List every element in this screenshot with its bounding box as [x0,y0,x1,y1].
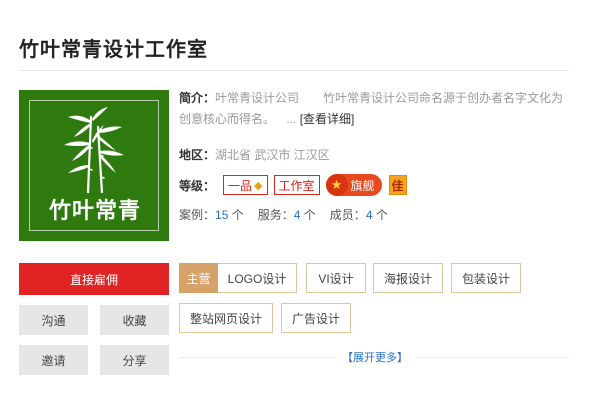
bamboo-icon [64,107,124,193]
service-tag-vi[interactable]: VI设计 [306,263,366,293]
intro-ellipsis: ... [286,112,297,126]
members-unit: 个 [375,208,388,222]
service-tag-packaging[interactable]: 包装设计 [451,263,521,293]
flagship-label: 旗舰 [350,178,375,193]
service-tag-ad[interactable]: 广告设计 [281,303,351,333]
services-unit: 个 [303,208,316,222]
cases-unit: 个 [231,208,244,222]
members-count[interactable]: 4 [366,208,373,222]
cases-label: 案例： [179,208,216,222]
rank-badge[interactable]: 一品 ◆ [223,175,268,195]
share-button[interactable]: 分享 [100,345,169,375]
studio-title: 竹叶常青设计工作室 [19,39,208,61]
service-tag-logo[interactable]: LOGO设计 [218,263,297,293]
services-count[interactable]: 4 [294,208,301,222]
region-value: 湖北省 武汉市 江汉区 [215,148,330,162]
region-label: 地区： [179,148,216,162]
studio-type-badge[interactable]: 工作室 [273,175,320,195]
chat-button[interactable]: 沟通 [19,305,88,335]
level-label: 等级： [179,178,216,193]
expand-more-link[interactable]: 【展开更多】 [334,349,416,365]
logo-frame: 竹叶常青 [29,100,159,231]
studio-logo: 竹叶常青 [19,90,169,241]
invite-button[interactable]: 邀请 [19,345,88,375]
intro-name: 叶常青设计公司 [215,91,300,105]
main-business-label: 主营 [179,263,218,293]
title-divider [19,70,569,71]
level-row: 等级： 一品 ◆ 工作室 ★ 旗舰 佳 [179,174,407,196]
logo-text: 竹叶常青 [48,198,141,223]
intro-label: 简介： [179,91,216,105]
rank-badge-label: 一品 [228,178,253,193]
diamond-icon: ◆ [254,179,263,192]
cases-count[interactable]: 15 [215,208,228,222]
flagship-badge[interactable]: ★ 旗舰 [325,174,382,196]
services-label: 服务： [257,208,294,222]
star-icon: ★ [325,174,348,196]
service-tag-poster[interactable]: 海报设计 [373,263,443,293]
stats-row: 案例：15 个服务：4 个成员：4 个 [179,206,388,223]
view-detail-link[interactable]: [查看详细] [300,112,355,126]
favorite-button[interactable]: 收藏 [100,305,169,335]
members-label: 成员： [329,208,366,222]
hire-button[interactable]: 直接雇佣 [19,263,169,295]
quality-badge[interactable]: 佳 [388,175,407,195]
region-row: 地区：湖北省 武汉市 江汉区 [179,146,330,163]
intro-block: 简介：叶常青设计公司 竹叶常青设计公司命名源于创办者名字文化为创意核心而得名。 .… [179,88,564,130]
service-tag-website[interactable]: 整站网页设计 [179,303,273,333]
